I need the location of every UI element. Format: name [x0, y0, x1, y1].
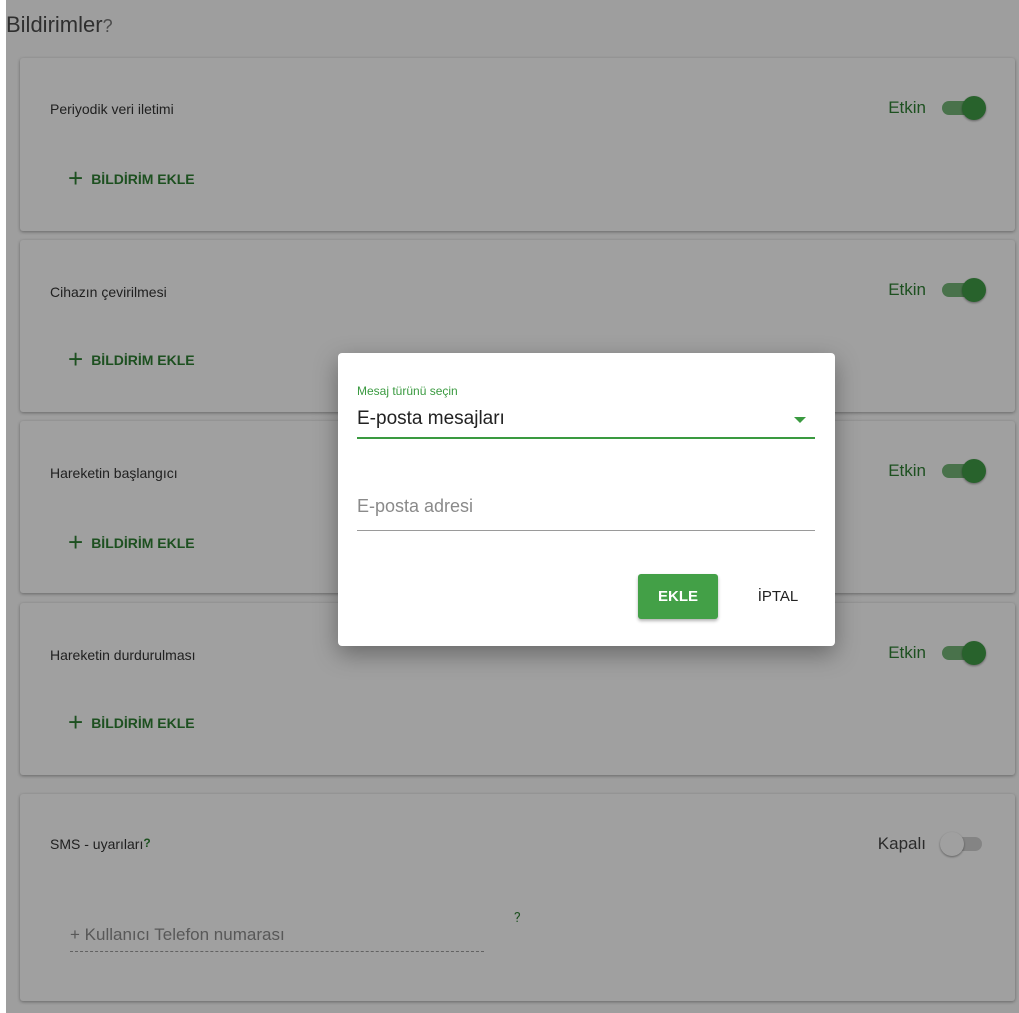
add-button[interactable]: EKLE: [638, 574, 718, 619]
caret-down-icon: [794, 417, 806, 423]
message-type-value: E-posta mesajları: [357, 408, 505, 429]
email-input[interactable]: [357, 496, 815, 517]
message-type-label: Mesaj türünü seçin: [357, 384, 458, 398]
email-field[interactable]: [357, 496, 815, 531]
cancel-button[interactable]: İPTAL: [738, 574, 818, 619]
message-type-select[interactable]: E-posta mesajları: [357, 401, 815, 439]
add-notification-dialog: Mesaj türünü seçin E-posta mesajları EKL…: [338, 353, 835, 646]
